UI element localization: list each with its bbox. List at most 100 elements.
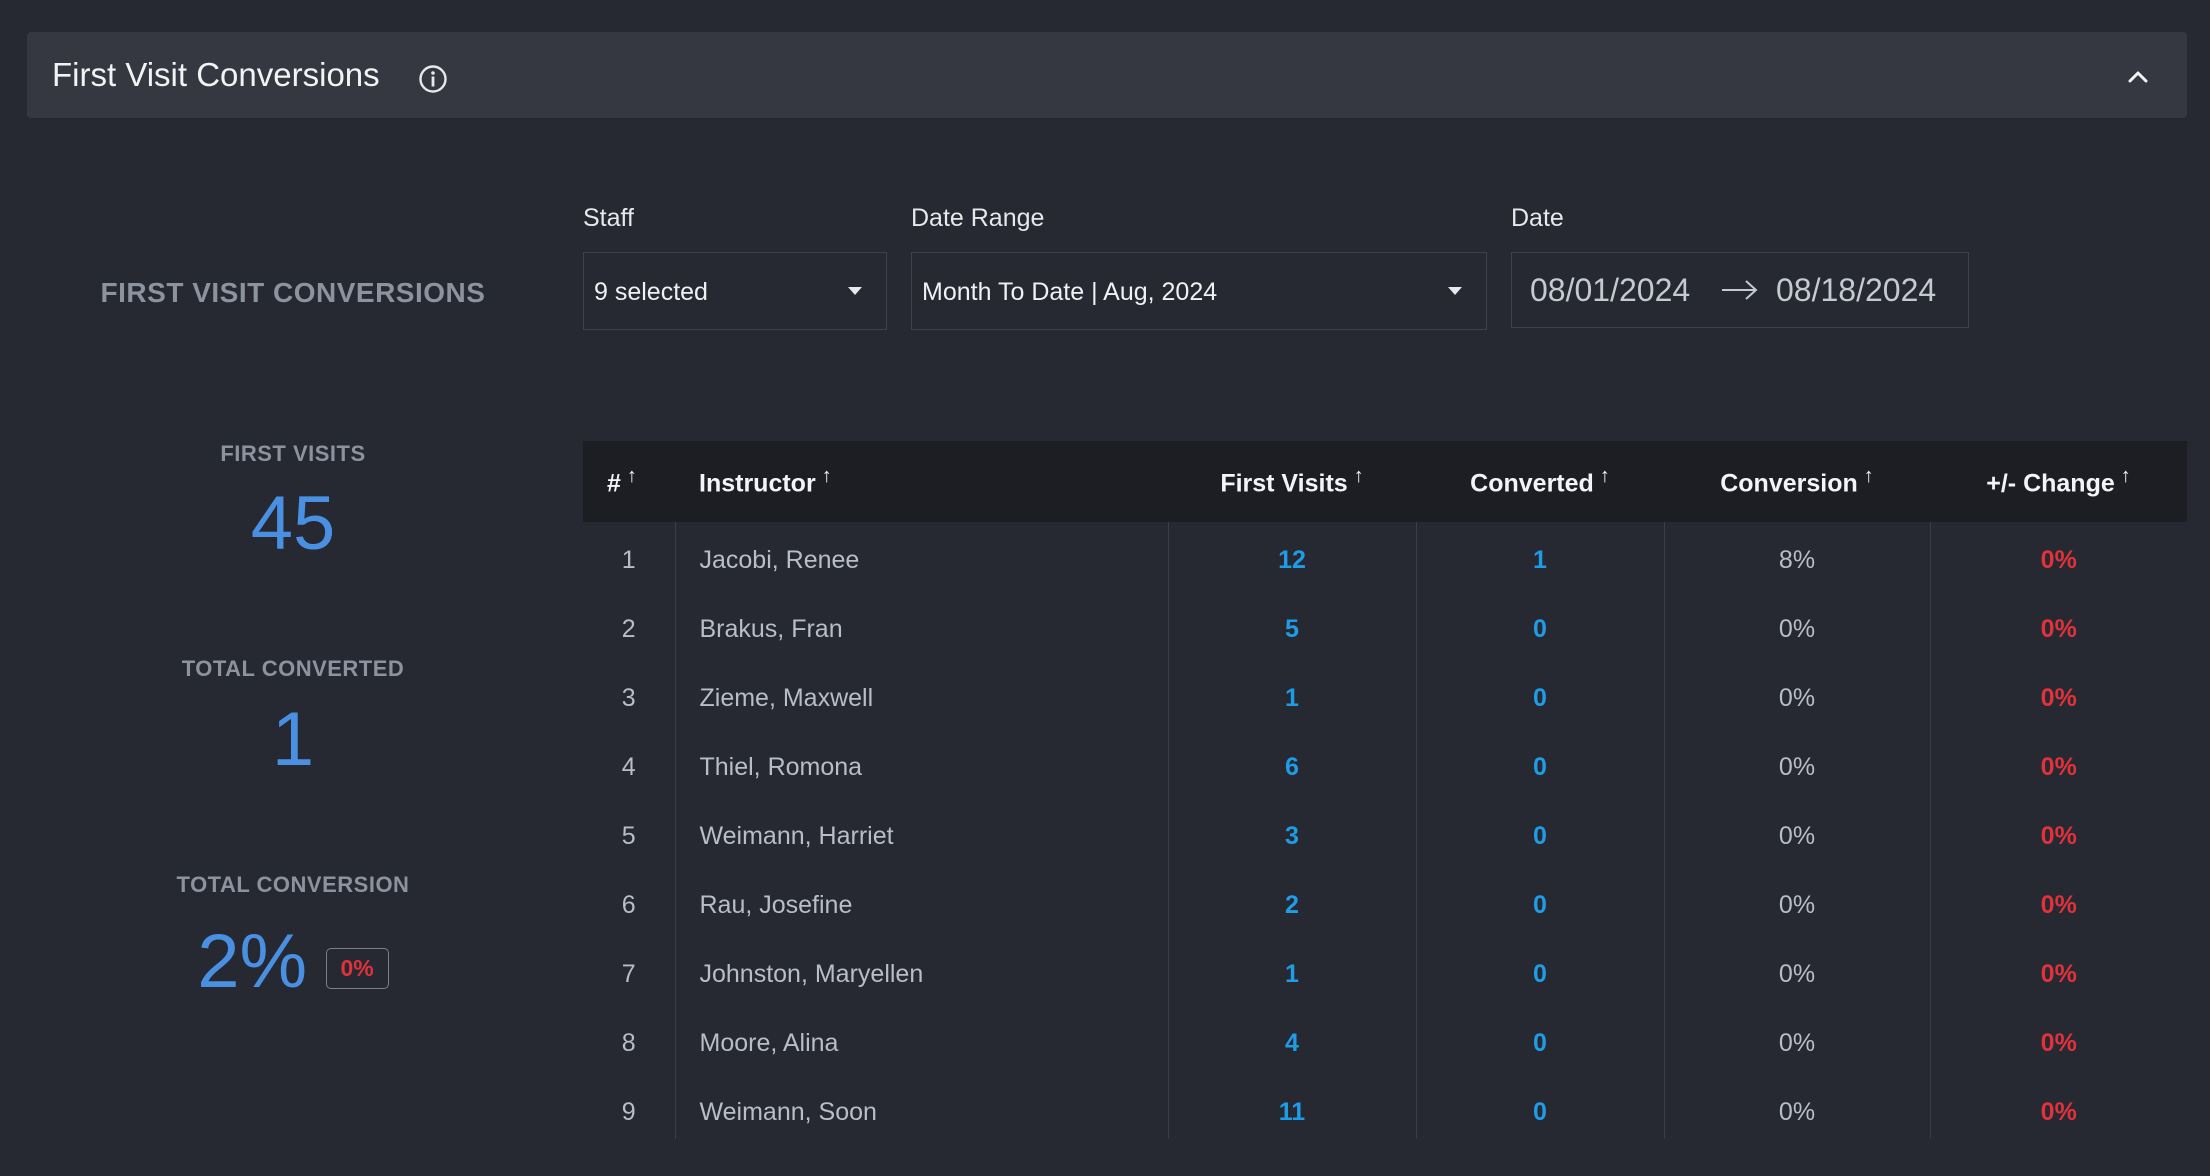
row-number: 8	[621, 1029, 636, 1057]
converted-cell[interactable]: 0	[1415, 595, 1664, 664]
change-cell: 0%	[1929, 940, 2187, 1009]
instructor-name: Jacobi, Renee	[674, 522, 1168, 595]
column-header-label: #	[607, 469, 621, 498]
table-row: 5 Weimann, Harriet 3 0 0% 0%	[583, 802, 2187, 871]
table-row: 1 Jacobi, Renee 12 1 8% 0%	[583, 522, 2187, 595]
change-cell: 0%	[1929, 733, 2187, 802]
conversion-cell: 0%	[1663, 595, 1930, 664]
staff-select[interactable]: 9 selected	[583, 252, 887, 330]
table-row: 4 Thiel, Romona 6 0 0% 0%	[583, 733, 2187, 802]
conversion-cell: 8%	[1663, 522, 1930, 595]
first-visits-cell[interactable]: 6	[1167, 733, 1416, 802]
converted-cell[interactable]: 0	[1415, 733, 1664, 802]
column-number-header[interactable]: # ↑	[583, 441, 675, 522]
table-row: 8 Moore, Alina 4 0 0% 0%	[583, 1009, 2187, 1078]
caret-down-icon	[1448, 287, 1462, 295]
date-range-label: Date Range	[911, 204, 1045, 232]
sort-arrow-up-icon[interactable]: ↑	[822, 465, 832, 487]
column-change-header[interactable]: +/- Change ↑	[1930, 441, 2187, 522]
first-visits-cell[interactable]: 5	[1167, 595, 1416, 664]
table-row: 2 Brakus, Fran 5 0 0% 0%	[583, 595, 2187, 664]
row-number: 3	[621, 684, 636, 712]
date-range-select[interactable]: Month To Date | Aug, 2024	[911, 252, 1487, 330]
change-cell: 0%	[1929, 871, 2187, 940]
column-header-label: +/- Change	[1986, 469, 2115, 498]
converted-cell[interactable]: 1	[1415, 522, 1664, 595]
instructor-name: Johnston, Maryellen	[674, 940, 1168, 1009]
table-row: 9 Weimann, Soon 11 0 0% 0%	[583, 1078, 2187, 1139]
date-range-picker[interactable]	[1511, 252, 1969, 328]
first-visits-cell[interactable]: 3	[1167, 802, 1416, 871]
change-cell: 0%	[1929, 802, 2187, 871]
converted-cell[interactable]: 0	[1415, 1009, 1664, 1078]
first-visits-cell[interactable]: 1	[1167, 940, 1416, 1009]
converted-cell[interactable]: 0	[1415, 940, 1664, 1009]
instructor-name: Rau, Josefine	[674, 871, 1168, 940]
total-conversion-row: 2% 0%	[60, 918, 526, 1008]
date-range-select-value: Month To Date | Aug, 2024	[922, 278, 1218, 306]
first-visits-cell[interactable]: 11	[1167, 1078, 1416, 1139]
total-converted-value: 1	[271, 697, 315, 782]
first-visits-cell[interactable]: 4	[1167, 1009, 1416, 1078]
section-label: FIRST VISIT CONVERSIONS	[100, 277, 486, 308]
column-header-label: Instructor	[699, 469, 816, 498]
instructor-name: Moore, Alina	[674, 1009, 1168, 1078]
change-cell: 0%	[1929, 595, 2187, 664]
column-header-label: First Visits	[1220, 469, 1348, 498]
instructor-name: Brakus, Fran	[674, 595, 1168, 664]
sort-arrow-up-icon[interactable]: ↑	[2121, 465, 2131, 487]
row-number: 7	[621, 960, 636, 988]
total-conversion-label: TOTAL CONVERSION	[176, 872, 410, 897]
staff-label: Staff	[583, 204, 634, 232]
converted-cell[interactable]: 0	[1415, 802, 1664, 871]
start-date-input[interactable]	[1530, 272, 1700, 309]
arrow-right-icon	[1722, 280, 1758, 300]
date-label: Date	[1511, 204, 1564, 232]
conversion-cell: 0%	[1663, 1078, 1930, 1139]
change-cell: 0%	[1929, 1009, 2187, 1078]
info-icon[interactable]	[416, 62, 450, 96]
row-number: 1	[621, 546, 636, 574]
instructor-name: Zieme, Maxwell	[674, 664, 1168, 733]
row-number: 6	[621, 891, 636, 919]
sort-arrow-up-icon[interactable]: ↑	[1354, 465, 1364, 487]
column-converted-header[interactable]: Converted ↑	[1416, 441, 1664, 522]
column-first-visits-header[interactable]: First Visits ↑	[1168, 441, 1416, 522]
column-instructor-header[interactable]: Instructor ↑	[675, 441, 1168, 522]
panel-title: First Visit Conversions	[52, 56, 380, 93]
converted-cell[interactable]: 0	[1415, 1078, 1664, 1139]
first-visits-value: 45	[250, 481, 336, 566]
column-header-label: Converted	[1470, 469, 1594, 498]
column-conversion-header[interactable]: Conversion ↑	[1664, 441, 1930, 522]
change-cell: 0%	[1929, 664, 2187, 733]
column-header-label: Conversion	[1720, 469, 1858, 498]
instructor-table: # ↑ Instructor ↑ First Visits ↑ Converted ↑ Conv…	[583, 441, 2187, 1139]
conversion-change-badge: 0%	[325, 948, 389, 989]
sort-arrow-up-icon[interactable]: ↑	[1864, 465, 1874, 487]
end-date-input[interactable]	[1776, 272, 1946, 309]
instructor-name: Weimann, Soon	[674, 1078, 1168, 1139]
sort-arrow-up-icon[interactable]: ↑	[1600, 465, 1610, 487]
conversion-cell: 0%	[1663, 1009, 1930, 1078]
total-converted-label: TOTAL CONVERTED	[181, 656, 405, 681]
table-row: 6 Rau, Josefine 2 0 0% 0%	[583, 871, 2187, 940]
converted-cell[interactable]: 0	[1415, 871, 1664, 940]
conversion-cell: 0%	[1663, 871, 1930, 940]
change-cell: 0%	[1929, 522, 2187, 595]
first-visits-cell[interactable]: 1	[1167, 664, 1416, 733]
table-row: 7 Johnston, Maryellen 1 0 0% 0%	[583, 940, 2187, 1009]
caret-down-icon	[848, 287, 862, 295]
converted-cell[interactable]: 0	[1415, 664, 1664, 733]
first-visits-cell[interactable]: 2	[1167, 871, 1416, 940]
table-row: 3 Zieme, Maxwell 1 0 0% 0%	[583, 664, 2187, 733]
row-number: 9	[621, 1098, 636, 1126]
row-number: 5	[621, 822, 636, 850]
sort-arrow-up-icon[interactable]: ↑	[627, 465, 637, 487]
total-conversion-value: 2%	[197, 919, 308, 1004]
first-visits-label: FIRST VISITS	[220, 441, 366, 466]
conversion-cell: 0%	[1663, 802, 1930, 871]
first-visits-cell[interactable]: 12	[1167, 522, 1416, 595]
conversion-cell: 0%	[1663, 940, 1930, 1009]
chevron-up-icon[interactable]	[2121, 60, 2155, 94]
instructor-name: Thiel, Romona	[674, 733, 1168, 802]
